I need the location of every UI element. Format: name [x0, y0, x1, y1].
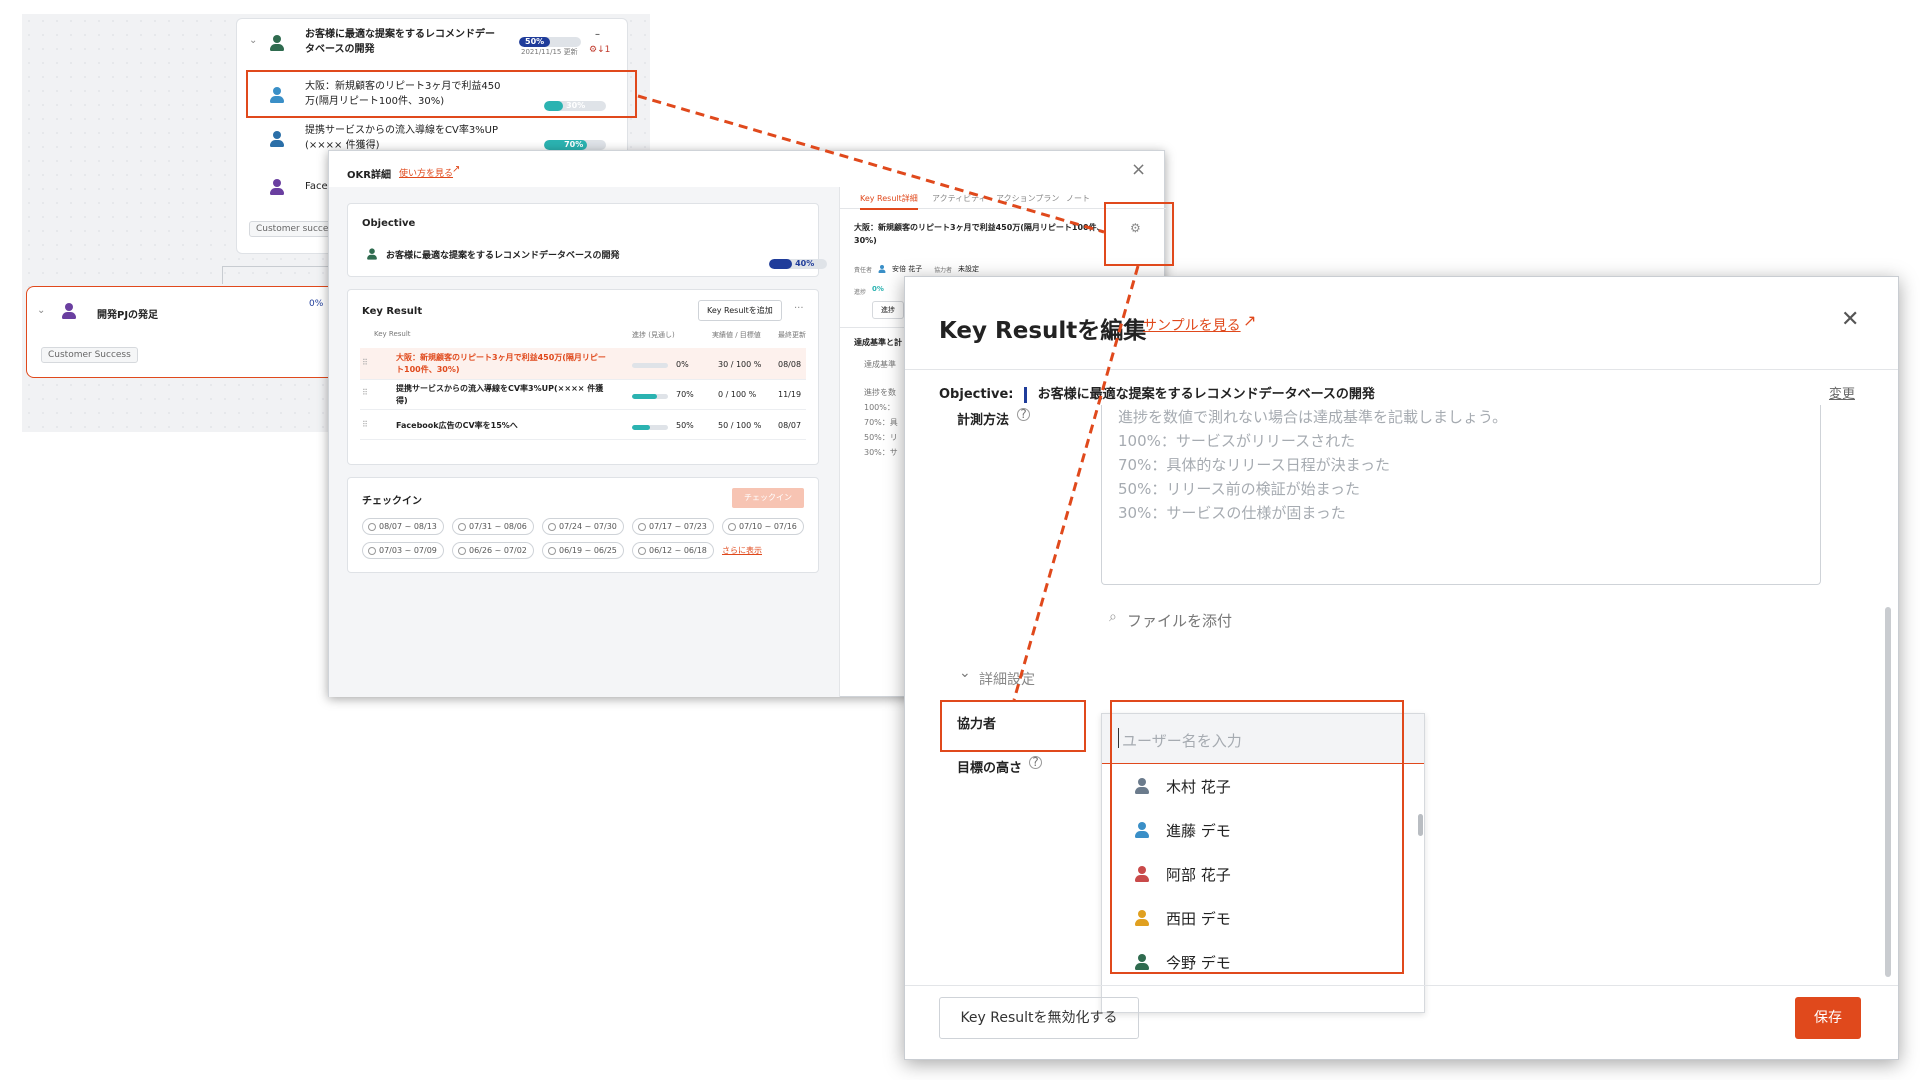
arrow-gear-to-collaborator	[1012, 265, 1140, 701]
annotation-arrows	[637, 94, 1140, 701]
arrow-tree-to-gear	[637, 94, 1105, 234]
